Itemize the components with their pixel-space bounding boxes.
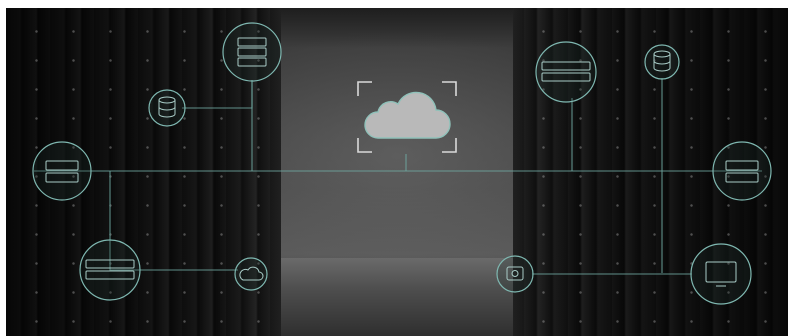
node-device-small-right xyxy=(496,255,534,293)
bracket-top-left xyxy=(357,81,372,96)
node-database-right xyxy=(644,44,680,80)
server-room-photo xyxy=(6,8,788,336)
bracket-bottom-left xyxy=(357,138,372,153)
image-frame xyxy=(0,0,790,336)
node-server-bottom-left xyxy=(79,239,141,301)
bracket-bottom-right xyxy=(442,138,457,153)
node-server-mid-left xyxy=(32,141,92,201)
database-link-left xyxy=(182,80,253,109)
node-database-left xyxy=(148,89,186,127)
node-monitor-bottom-right xyxy=(690,243,752,305)
node-server-mid-right xyxy=(712,141,772,201)
bracket-top-right xyxy=(442,81,457,96)
cloud-icon xyxy=(364,91,451,139)
cloud-focus xyxy=(357,81,457,153)
node-cloud-small-left xyxy=(234,257,268,291)
network-overlay xyxy=(32,22,772,305)
node-server-top-left xyxy=(222,22,282,82)
node-server-top-right xyxy=(535,41,597,103)
